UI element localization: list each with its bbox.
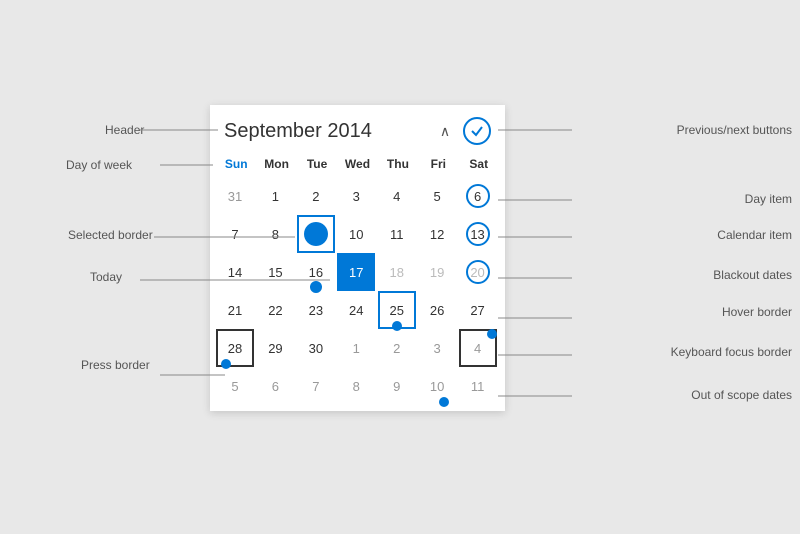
header-buttons: ∧ xyxy=(431,117,491,145)
day-cell-6-next[interactable]: 6 xyxy=(256,367,294,405)
annotation-header: Header xyxy=(105,123,144,137)
day-cell-28[interactable]: 28 xyxy=(216,329,254,367)
calendar-header: September 2014 ∧ xyxy=(210,105,505,153)
days-grid: 31 1 2 3 4 5 6 7 8 9 10 11 12 13 xyxy=(216,177,499,405)
day-header-sun: Sun xyxy=(216,153,256,175)
next-button[interactable] xyxy=(463,117,491,145)
day-cell-3-next[interactable]: 3 xyxy=(418,329,456,367)
day-cell-21[interactable]: 21 xyxy=(216,291,254,329)
day-cell-24[interactable]: 24 xyxy=(337,291,375,329)
day-cell-4-focus[interactable]: 4 xyxy=(459,329,497,367)
annotation-day-of-week: Day of week xyxy=(66,158,132,172)
day-item-circle xyxy=(466,184,490,208)
prev-button[interactable]: ∧ xyxy=(431,117,459,145)
annotation-selected-border: Selected border xyxy=(68,228,153,242)
day-header-wed: Wed xyxy=(337,153,377,175)
day-cell-8-next[interactable]: 8 xyxy=(337,367,375,405)
day-header-sat: Sat xyxy=(459,153,499,175)
day-cell-10-next[interactable]: 10 xyxy=(418,367,456,405)
day-cell-9[interactable]: 9 xyxy=(297,215,335,253)
day-cell-19-blackout: 19 xyxy=(418,253,456,291)
annotation-day-item: Day item xyxy=(745,192,792,206)
day-cell-10[interactable]: 10 xyxy=(337,215,375,253)
day-cell-8[interactable]: 8 xyxy=(256,215,294,253)
day-header-thu: Thu xyxy=(378,153,418,175)
day-cell-23[interactable]: 23 xyxy=(297,291,335,329)
day-cell-2-next[interactable]: 2 xyxy=(378,329,416,367)
day-cell-5[interactable]: 5 xyxy=(418,177,456,215)
day-headers-row: Sun Mon Tue Wed Thu Fri Sat xyxy=(216,153,499,175)
annotation-out-of-scope: Out of scope dates xyxy=(691,388,792,402)
day-cell-13[interactable]: 13 xyxy=(459,215,497,253)
day-cell-11[interactable]: 11 xyxy=(378,215,416,253)
focus-dot xyxy=(487,329,497,339)
annotation-hover: Hover border xyxy=(722,305,792,319)
day-cell-4[interactable]: 4 xyxy=(378,177,416,215)
annotation-prev-next: Previous/next buttons xyxy=(677,123,792,137)
day-cell-12[interactable]: 12 xyxy=(418,215,456,253)
calendar: September 2014 ∧ Sun Mon Tue Wed Thu Fri… xyxy=(210,105,505,411)
day-cell-7-next[interactable]: 7 xyxy=(297,367,335,405)
day-cell-7[interactable]: 7 xyxy=(216,215,254,253)
day-cell-1-next[interactable]: 1 xyxy=(337,329,375,367)
day-header-tue: Tue xyxy=(297,153,337,175)
day-cell-9-next[interactable]: 9 xyxy=(378,367,416,405)
day-cell-1[interactable]: 1 xyxy=(256,177,294,215)
calendar-grid: Sun Mon Tue Wed Thu Fri Sat 31 1 2 3 4 5… xyxy=(210,153,505,411)
day-cell-6[interactable]: 6 xyxy=(459,177,497,215)
day-cell-22[interactable]: 22 xyxy=(256,291,294,329)
annotation-blackout: Blackout dates xyxy=(713,268,792,282)
day-cell-15[interactable]: 15 xyxy=(256,253,294,291)
day-cell-26[interactable]: 26 xyxy=(418,291,456,329)
day-header-fri: Fri xyxy=(418,153,458,175)
day-cell-27[interactable]: 27 xyxy=(459,291,497,329)
day-cell-29[interactable]: 29 xyxy=(256,329,294,367)
day-cell-5-next[interactable]: 5 xyxy=(216,367,254,405)
outscope-dot xyxy=(439,397,449,407)
selected-dot xyxy=(304,222,328,246)
day-cell-31-prev[interactable]: 31 xyxy=(216,177,254,215)
day-cell-17-today[interactable]: 17 xyxy=(337,253,375,291)
annotation-today: Today xyxy=(90,270,122,284)
day-cell-11-next[interactable]: 11 xyxy=(459,367,497,405)
annotation-calendar-item: Calendar item xyxy=(717,228,792,242)
blackout-circle xyxy=(466,260,490,284)
day-cell-25[interactable]: 25 xyxy=(378,291,416,329)
month-year-title: September 2014 xyxy=(224,120,372,143)
day-cell-2[interactable]: 2 xyxy=(297,177,335,215)
day-header-mon: Mon xyxy=(256,153,296,175)
day-cell-3[interactable]: 3 xyxy=(337,177,375,215)
day-cell-18-blackout: 18 xyxy=(378,253,416,291)
annotation-press-border: Press border xyxy=(81,358,150,372)
day-cell-30[interactable]: 30 xyxy=(297,329,335,367)
check-icon xyxy=(470,124,484,138)
day-cell-20-blackout: 20 xyxy=(459,253,497,291)
day-cell-14[interactable]: 14 xyxy=(216,253,254,291)
annotation-keyboard-focus: Keyboard focus border xyxy=(671,345,792,359)
calendar-item-circle xyxy=(466,222,490,246)
day-cell-16[interactable]: 16 xyxy=(297,253,335,291)
